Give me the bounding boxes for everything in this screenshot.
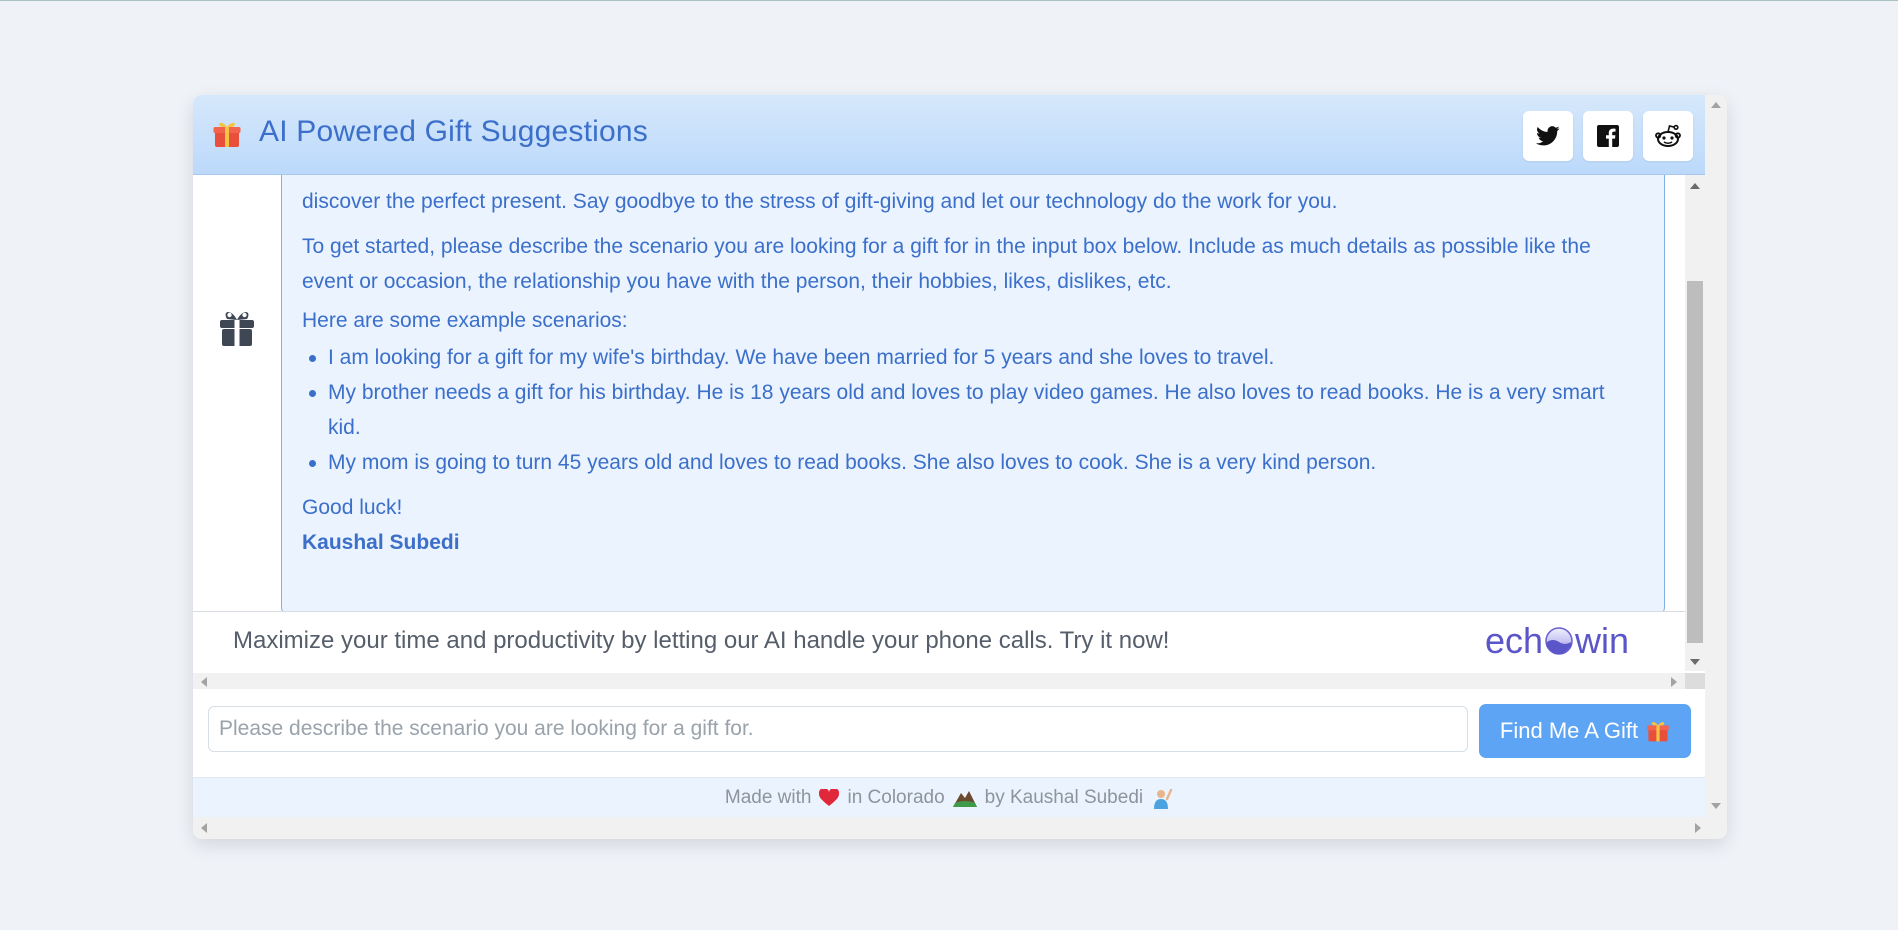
twitter-icon <box>1536 126 1560 146</box>
scroll-left-arrow-icon[interactable] <box>201 677 207 687</box>
example-item: My brother needs a gift for his birthday… <box>302 375 1622 445</box>
message-instructions: To get started, please describe the scen… <box>302 235 1591 293</box>
person-waving-icon <box>1154 788 1173 809</box>
reddit-share-button[interactable] <box>1643 111 1693 161</box>
example-item: My mom is going to turn 45 years old and… <box>302 445 1622 480</box>
app-title: AI Powered Gift Suggestions <box>259 115 648 148</box>
scenario-input[interactable] <box>208 706 1468 752</box>
gift-icon <box>220 311 254 346</box>
app-header: AI Powered Gift Suggestions <box>193 95 1705 175</box>
card-horizontal-scrollbar[interactable] <box>193 817 1727 839</box>
mountain-icon <box>952 790 977 807</box>
gift-emoji-icon <box>213 122 241 147</box>
card-vertical-scrollbar[interactable] <box>1705 95 1727 817</box>
gift-emoji-icon <box>1647 722 1669 742</box>
page-footer: Made with in Colorado by Kaushal Subedi <box>193 777 1705 817</box>
scroll-up-arrow-icon[interactable] <box>1690 183 1700 189</box>
gift-app-card: AI Powered Gift Suggestions discover the… <box>193 95 1727 839</box>
logo-orb-icon <box>1545 627 1573 655</box>
scroll-right-arrow-icon[interactable] <box>1671 677 1677 687</box>
reddit-icon <box>1655 124 1681 147</box>
facebook-icon <box>1597 125 1619 147</box>
input-bar: Find Me A Gift <box>193 689 1705 771</box>
promo-banner[interactable]: Maximize your time and productivity by l… <box>193 611 1685 673</box>
echowin-logo[interactable]: ech win <box>1485 620 1629 662</box>
scroll-left-arrow-icon[interactable] <box>201 823 207 833</box>
chat-vertical-scrollbar[interactable] <box>1685 175 1705 671</box>
scroll-right-arrow-icon[interactable] <box>1695 823 1701 833</box>
scroll-down-arrow-icon[interactable] <box>1690 659 1700 665</box>
chat-area[interactable]: discover the perfect present. Say goodby… <box>193 175 1705 689</box>
scrollbar-corner <box>1685 673 1705 689</box>
examples-heading: Here are some example scenarios: <box>302 309 628 332</box>
message-author: Kaushal Subedi <box>302 531 460 554</box>
message-closing: Good luck! <box>302 496 403 519</box>
welcome-message: discover the perfect present. Say goodby… <box>281 175 1665 617</box>
promo-text: Maximize your time and productivity by l… <box>233 627 1170 654</box>
find-gift-button[interactable]: Find Me A Gift <box>1479 704 1691 758</box>
facebook-share-button[interactable] <box>1583 111 1633 161</box>
example-item: I am looking for a gift for my wife's bi… <box>302 340 1622 375</box>
scrollbar-thumb[interactable] <box>1687 281 1703 643</box>
chat-horizontal-scrollbar[interactable] <box>193 673 1705 689</box>
scroll-up-arrow-icon[interactable] <box>1711 102 1721 108</box>
examples-list: I am looking for a gift for my wife's bi… <box>302 340 1622 480</box>
twitter-share-button[interactable] <box>1523 111 1573 161</box>
message-intro: discover the perfect present. Say goodby… <box>302 190 1338 213</box>
scroll-down-arrow-icon[interactable] <box>1711 803 1721 809</box>
heart-icon <box>819 788 840 806</box>
